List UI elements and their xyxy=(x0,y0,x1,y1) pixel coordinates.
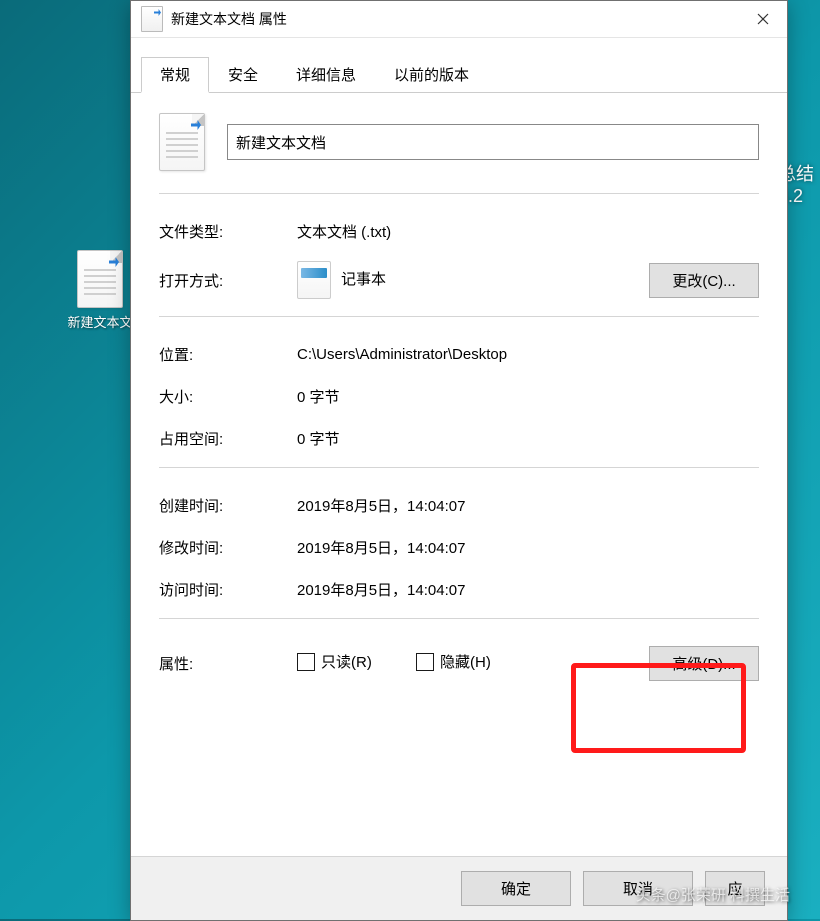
value-accessed: 2019年8月5日，14:04:07 xyxy=(297,579,759,600)
label-filetype: 文件类型: xyxy=(159,221,297,242)
document-icon xyxy=(159,113,205,171)
tab-bar: 常规 安全 详细信息 以前的版本 xyxy=(131,38,787,93)
label-attributes: 属性: xyxy=(159,653,297,674)
value-created: 2019年8月5日，14:04:07 xyxy=(297,495,759,516)
desktop: 总结 8.2 新建文本文 新建文本文档 属性 常规 安全 详细信息 以前的版本 xyxy=(0,0,820,919)
tab-content: 文件类型: 文本文档 (.txt) 打开方式: 记事本 更改(C)... 位置:… xyxy=(131,93,787,856)
hidden-checkbox[interactable]: 隐藏(H) xyxy=(416,651,491,672)
label-created: 创建时间: xyxy=(159,495,297,516)
ok-button[interactable]: 确定 xyxy=(461,871,571,906)
filename-input[interactable] xyxy=(227,124,759,160)
change-openwith-button[interactable]: 更改(C)... xyxy=(649,263,759,298)
advanced-button[interactable]: 高级(D)... xyxy=(649,646,759,681)
label-size: 大小: xyxy=(159,386,297,407)
label-accessed: 访问时间: xyxy=(159,579,297,600)
titlebar: 新建文本文档 属性 xyxy=(131,1,787,38)
value-location: C:\Users\Administrator\Desktop xyxy=(297,346,759,363)
value-size: 0 字节 xyxy=(297,386,759,407)
value-openwith: 记事本 xyxy=(297,261,649,299)
tab-details[interactable]: 详细信息 xyxy=(277,57,375,93)
tab-previous[interactable]: 以前的版本 xyxy=(375,57,488,93)
watermark: 头条@张荣研 科撰生活 xyxy=(636,884,790,905)
label-openwith: 打开方式: xyxy=(159,270,297,291)
document-icon xyxy=(141,6,163,32)
tab-security[interactable]: 安全 xyxy=(209,57,277,93)
attributes-checkboxes: 只读(R) 隐藏(H) xyxy=(297,651,649,675)
close-button[interactable] xyxy=(739,1,787,37)
label-sizeondisk: 占用空间: xyxy=(159,428,297,449)
dialog-title: 新建文本文档 属性 xyxy=(171,9,739,29)
value-sizeondisk: 0 字节 xyxy=(297,428,759,449)
value-modified: 2019年8月5日，14:04:07 xyxy=(297,537,759,558)
document-icon xyxy=(77,250,123,308)
tab-general[interactable]: 常规 xyxy=(141,57,209,93)
label-location: 位置: xyxy=(159,344,297,365)
label-modified: 修改时间: xyxy=(159,537,297,558)
close-icon xyxy=(757,13,769,25)
readonly-checkbox[interactable]: 只读(R) xyxy=(297,651,372,672)
notepad-icon xyxy=(297,261,331,299)
properties-dialog: 新建文本文档 属性 常规 安全 详细信息 以前的版本 文件类型: 文本文档 (.… xyxy=(130,0,788,921)
value-filetype: 文本文档 (.txt) xyxy=(297,221,759,242)
